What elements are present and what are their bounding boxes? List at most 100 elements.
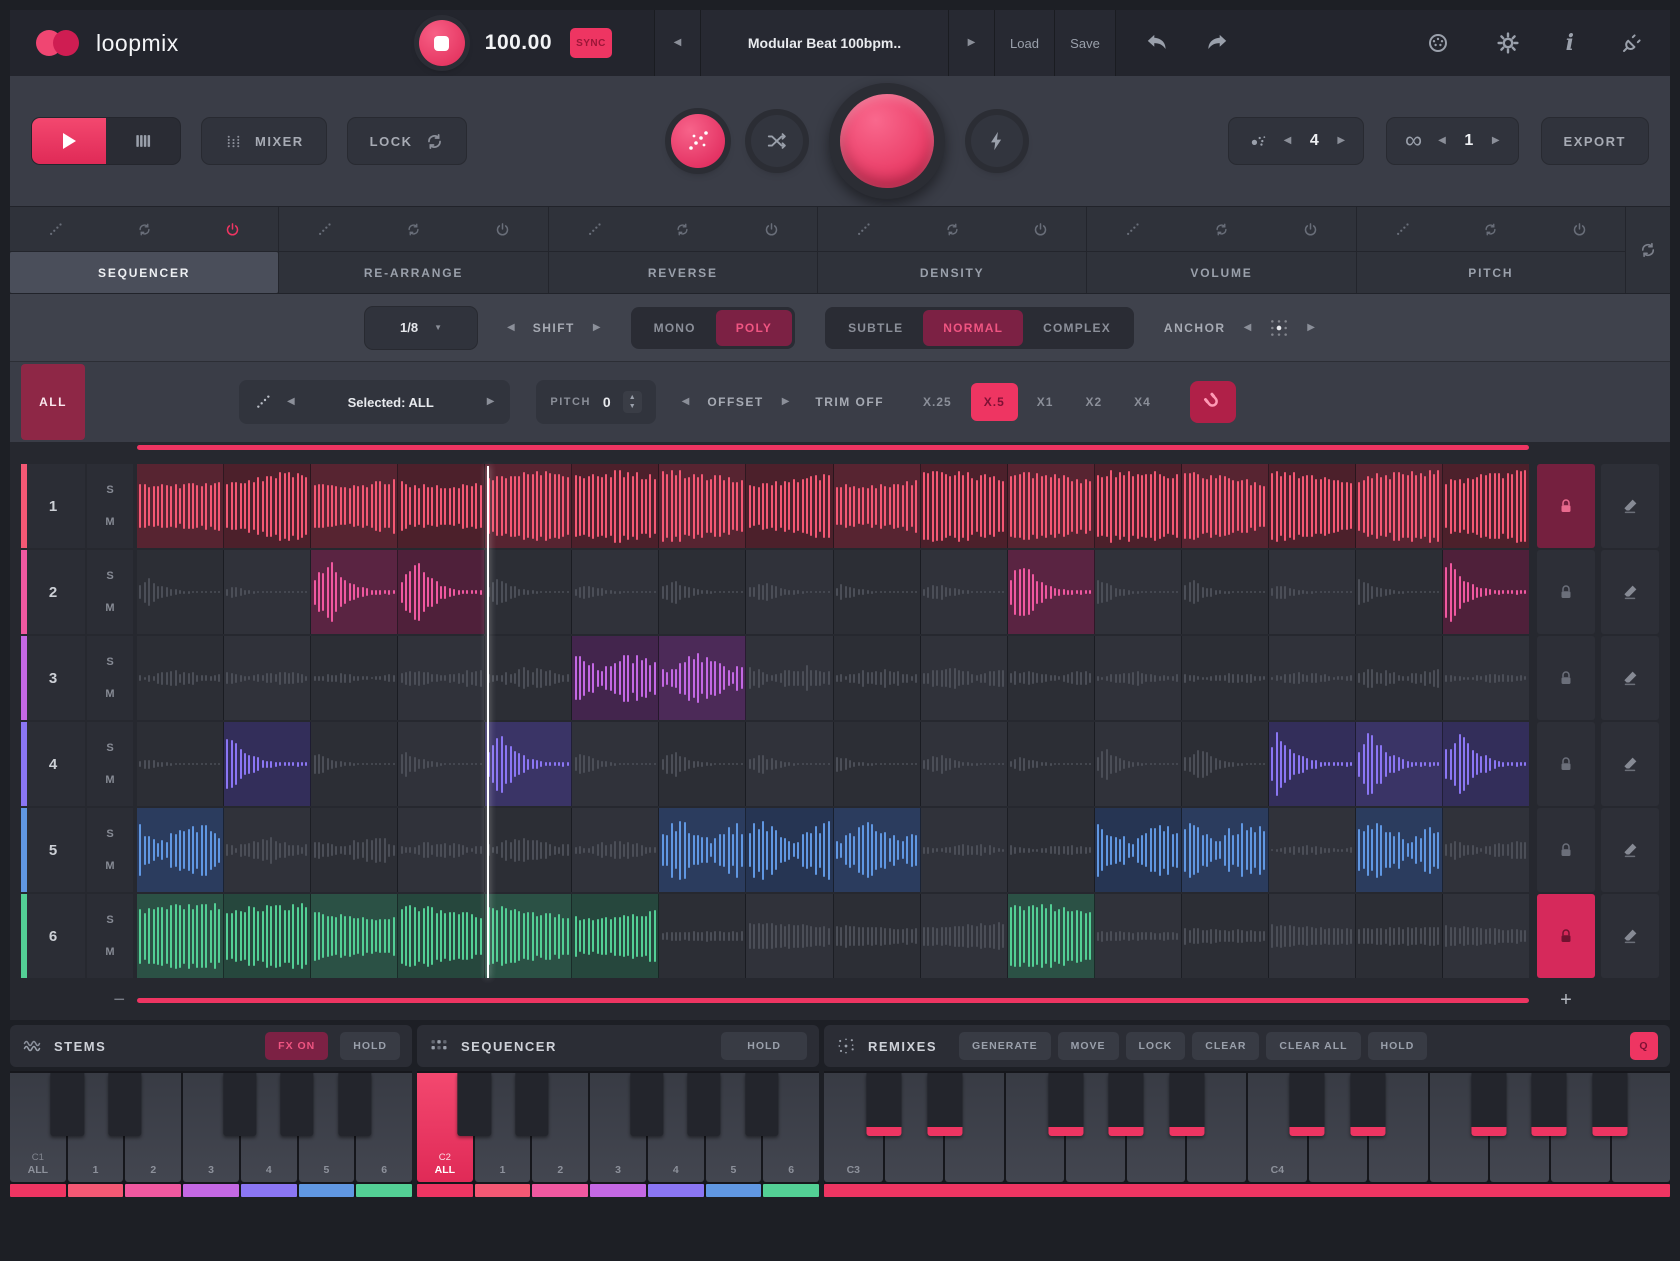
mixer-button[interactable]: MIXER (202, 118, 326, 164)
bpm-display[interactable]: 100.00 (485, 31, 552, 55)
speed-x025-button[interactable]: X.25 (910, 383, 965, 421)
step-cell-4[interactable] (398, 464, 485, 548)
step-cell-8[interactable] (746, 636, 833, 720)
step-cell-9[interactable] (834, 808, 921, 892)
chevron-left-icon[interactable]: ◀ (682, 397, 690, 407)
poly-option[interactable]: POLY (716, 310, 792, 346)
step-cell-3[interactable] (311, 808, 398, 892)
step-cell-2[interactable] (224, 464, 311, 548)
step-cell-9[interactable] (834, 464, 921, 548)
tab-label[interactable]: RE-ARRANGE (279, 252, 547, 293)
tab-power-icon[interactable] (1303, 222, 1318, 237)
step-cell-10[interactable] (921, 464, 1008, 548)
flash-button[interactable] (971, 115, 1023, 167)
chevron-left-icon[interactable]: ◀ (1244, 323, 1252, 333)
normal-option[interactable]: NORMAL (923, 310, 1023, 346)
step-cell-7[interactable] (659, 722, 746, 806)
step-cell-12[interactable] (1095, 722, 1182, 806)
midi-icon[interactable] (1426, 31, 1450, 55)
step-cell-5[interactable] (485, 894, 572, 978)
step-cell-11[interactable] (1008, 464, 1095, 548)
step-cell-12[interactable] (1095, 464, 1182, 548)
tab-cycle-icon[interactable] (137, 222, 152, 237)
piano-black-key[interactable] (458, 1073, 491, 1136)
piano-black-key[interactable] (51, 1073, 84, 1136)
step-cell-11[interactable] (1008, 550, 1095, 634)
step-cell-15[interactable] (1356, 464, 1443, 548)
pitch-stepper[interactable]: ▲▼ (623, 391, 642, 413)
step-cell-1[interactable] (137, 808, 224, 892)
step-cell-14[interactable] (1269, 894, 1356, 978)
tab-power-icon[interactable] (225, 222, 240, 237)
preset-next-button[interactable]: ▶ (949, 10, 995, 76)
tab-volume[interactable]: VOLUME (1087, 207, 1356, 293)
piano-black-key[interactable] (515, 1073, 548, 1136)
step-cell-4[interactable] (398, 722, 485, 806)
piano-black-key[interactable] (927, 1073, 962, 1136)
step-cell-4[interactable] (398, 808, 485, 892)
step-cell-14[interactable] (1269, 464, 1356, 548)
track-lock-button[interactable] (1537, 464, 1595, 548)
tab-power-icon[interactable] (764, 222, 779, 237)
step-cell-13[interactable] (1182, 464, 1269, 548)
tab-dots-icon[interactable] (587, 222, 602, 237)
chevron-right-icon[interactable]: ▶ (487, 397, 495, 407)
loop-range-bar[interactable] (137, 445, 1529, 450)
mute-button[interactable]: M (97, 946, 123, 958)
piano-black-key[interactable] (280, 1073, 313, 1136)
tab-dots-icon[interactable] (1125, 222, 1140, 237)
preset-name[interactable]: Modular Beat 100bpm.. (701, 10, 949, 76)
chevron-left-icon[interactable]: ◀ (287, 397, 295, 407)
piano-black-key[interactable] (630, 1073, 663, 1136)
gear-icon[interactable] (1496, 31, 1520, 55)
remix-generate-button[interactable]: GENERATE (959, 1032, 1051, 1060)
step-cell-1[interactable] (137, 894, 224, 978)
step-cell-7[interactable] (659, 808, 746, 892)
step-cell-7[interactable] (659, 550, 746, 634)
plug-icon[interactable] (1620, 31, 1644, 55)
speed-x2-button[interactable]: X2 (1072, 383, 1115, 421)
step-cell-15[interactable] (1356, 550, 1443, 634)
step-cell-12[interactable] (1095, 550, 1182, 634)
step-cell-8[interactable] (746, 550, 833, 634)
piano-black-key[interactable] (108, 1073, 141, 1136)
speed-x1-button[interactable]: X1 (1024, 383, 1067, 421)
remix-lock-button[interactable]: LOCK (1126, 1032, 1186, 1060)
trim-toggle[interactable]: TRIM OFF (815, 395, 884, 409)
save-button[interactable]: Save (1055, 10, 1115, 76)
step-cell-15[interactable] (1356, 894, 1443, 978)
anchor-grid-icon[interactable] (1269, 318, 1289, 338)
piano-black-key[interactable] (1109, 1073, 1144, 1136)
step-cell-7[interactable] (659, 894, 746, 978)
step-cell-14[interactable] (1269, 550, 1356, 634)
step-cell-9[interactable] (834, 722, 921, 806)
step-cell-1[interactable] (137, 636, 224, 720)
step-cell-2[interactable] (224, 636, 311, 720)
piano-black-key[interactable] (867, 1073, 902, 1136)
track-lock-button[interactable] (1537, 636, 1595, 720)
tab-cycle-icon[interactable] (675, 222, 690, 237)
chevron-right-icon[interactable]: ▶ (1492, 136, 1500, 146)
record-button[interactable] (829, 83, 945, 199)
load-button[interactable]: Load (995, 10, 1055, 76)
piano-black-key[interactable] (1592, 1073, 1627, 1136)
step-cell-3[interactable] (311, 722, 398, 806)
solo-button[interactable]: S (97, 742, 123, 754)
rate-dropdown[interactable]: 1/8 ▼ (365, 307, 477, 349)
select-all-block[interactable]: ALL (21, 364, 85, 440)
step-cell-11[interactable] (1008, 894, 1095, 978)
step-cell-6[interactable] (572, 808, 659, 892)
step-cell-14[interactable] (1269, 636, 1356, 720)
step-cell-16[interactable] (1443, 722, 1529, 806)
piano-black-key[interactable] (223, 1073, 256, 1136)
step-cell-13[interactable] (1182, 894, 1269, 978)
tab-label[interactable]: REVERSE (549, 252, 817, 293)
step-cell-8[interactable] (746, 808, 833, 892)
piano-black-key[interactable] (1471, 1073, 1506, 1136)
track-erase-button[interactable] (1601, 550, 1659, 634)
shuffle-button[interactable] (751, 115, 803, 167)
tab-power-icon[interactable] (1572, 222, 1587, 237)
step-cell-15[interactable] (1356, 722, 1443, 806)
mute-button[interactable]: M (97, 860, 123, 872)
tab-dots-icon[interactable] (48, 222, 63, 237)
